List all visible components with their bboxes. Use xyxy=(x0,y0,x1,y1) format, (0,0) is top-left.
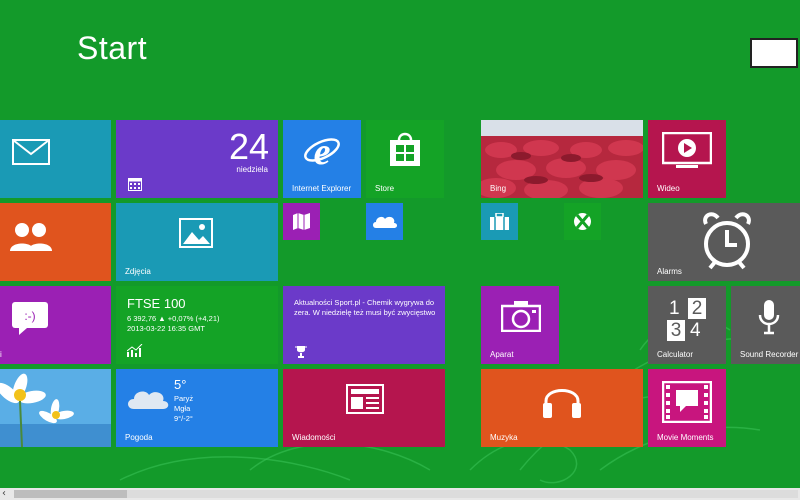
tile-news[interactable]: Wiadomości xyxy=(283,369,445,447)
weather-temperature: 5° xyxy=(174,377,187,392)
tile-people[interactable] xyxy=(0,203,111,281)
music-label: Muzyka xyxy=(490,433,518,442)
trophy-icon xyxy=(295,346,307,358)
news-label: Wiadomości xyxy=(292,433,336,442)
calculator-digit-1: 1 xyxy=(669,298,680,319)
movie-moments-label: Movie Moments xyxy=(657,433,714,442)
tile-music[interactable]: Muzyka xyxy=(481,369,643,447)
tile-calculator[interactable]: 1 2 3 4 Calculator xyxy=(648,286,726,364)
weather-range: 9°/-2° xyxy=(174,414,193,423)
tile-internet-explorer[interactable]: e Internet Explorer xyxy=(283,120,361,198)
ie-label: Internet Explorer xyxy=(292,184,352,193)
photos-icon xyxy=(179,218,213,248)
calculator-digit-3: 3 xyxy=(667,320,685,341)
svg-text::-): :-) xyxy=(24,309,35,323)
photos-label: Zdjęcia xyxy=(125,267,151,276)
daisy-image xyxy=(0,369,111,447)
ie-icon: e xyxy=(304,132,340,168)
tile-sport[interactable]: Aktualności Sport.pl - Chemik wygrywa do… xyxy=(283,286,445,364)
people-icon xyxy=(10,223,52,251)
svg-text:e: e xyxy=(314,132,331,168)
alarm-clock-icon xyxy=(703,212,751,270)
tile-games[interactable] xyxy=(564,203,601,240)
finance-timestamp: 2013-03-22 16:35 GMT xyxy=(127,324,205,333)
tile-skydrive[interactable] xyxy=(366,203,403,240)
tile-store[interactable]: Store xyxy=(366,120,444,198)
mail-icon xyxy=(12,139,50,165)
skydrive-icon xyxy=(373,216,397,228)
finance-chart-icon xyxy=(127,344,143,357)
tile-calendar[interactable]: 24 niedziela xyxy=(116,120,278,198)
alarms-label: Alarms xyxy=(657,267,682,276)
messaging-icon: :-) xyxy=(12,302,48,335)
weather-city: Paryż xyxy=(174,394,194,403)
headphones-icon xyxy=(543,389,581,418)
sound-recorder-label: Sound Recorder xyxy=(740,350,799,359)
tile-maps[interactable] xyxy=(283,203,320,240)
tile-sound-recorder[interactable]: Sound Recorder xyxy=(731,286,800,364)
scrollbar-thumb[interactable] xyxy=(14,490,127,498)
sport-headline: Aktualności Sport.pl - Chemik wygrywa do… xyxy=(294,298,436,317)
calendar-day-number: 24 xyxy=(228,126,269,167)
camera-label: Aparat xyxy=(490,350,514,359)
tile-alarms[interactable]: Alarms xyxy=(648,203,800,281)
store-icon xyxy=(390,132,420,166)
scrollbar-track[interactable] xyxy=(127,490,798,498)
tile-messaging[interactable]: :-) i xyxy=(0,286,111,364)
tile-finance[interactable]: FTSE 100 6 392,76 ▲ +0,07% (+4,21) 2013-… xyxy=(116,286,278,364)
finance-index-name: FTSE 100 xyxy=(127,296,186,311)
news-icon xyxy=(346,384,384,414)
xbox-icon xyxy=(574,213,591,230)
finance-quote: 6 392,76 ▲ +0,07% (+4,21) xyxy=(127,314,220,323)
tile-video[interactable]: Wideo xyxy=(648,120,726,198)
cloud-icon xyxy=(128,391,169,409)
video-icon xyxy=(662,132,712,168)
start-title: Start xyxy=(77,30,148,66)
horizontal-scrollbar[interactable]: ‹ xyxy=(0,488,800,500)
calculator-digit-4: 4 xyxy=(690,320,701,341)
tile-bing[interactable]: Bing xyxy=(481,120,643,198)
movie-moments-icon xyxy=(662,381,712,423)
bing-label: Bing xyxy=(490,184,507,193)
weather-label: Pogoda xyxy=(125,433,153,442)
tile-photos[interactable]: Zdjęcia xyxy=(116,203,278,281)
calendar-icon xyxy=(128,178,142,191)
microphone-icon xyxy=(758,300,780,335)
weather-condition: Mgła xyxy=(174,404,191,413)
calculator-icon: 1 2 3 4 xyxy=(667,298,707,342)
tile-desktop[interactable] xyxy=(0,369,111,447)
calculator-digit-2: 2 xyxy=(688,298,706,319)
tile-camera[interactable]: Aparat xyxy=(481,286,559,364)
calendar-day-name: niedziela xyxy=(236,165,268,174)
messaging-label: i xyxy=(0,350,2,359)
scroll-left-arrow[interactable]: ‹ xyxy=(2,488,6,500)
travel-icon xyxy=(490,213,509,230)
store-label: Store xyxy=(375,184,395,193)
tile-movie-moments[interactable]: Movie Moments xyxy=(648,369,726,447)
tile-travel[interactable] xyxy=(481,203,518,240)
calculator-label: Calculator xyxy=(657,350,694,359)
user-account-tile[interactable] xyxy=(750,38,798,68)
camera-icon xyxy=(501,301,541,332)
maps-icon xyxy=(293,213,310,230)
tile-weather[interactable]: 5° Paryż Mgła 9°/-2° Pogoda xyxy=(116,369,278,447)
tile-mail[interactable] xyxy=(0,120,111,198)
video-label: Wideo xyxy=(657,184,680,193)
